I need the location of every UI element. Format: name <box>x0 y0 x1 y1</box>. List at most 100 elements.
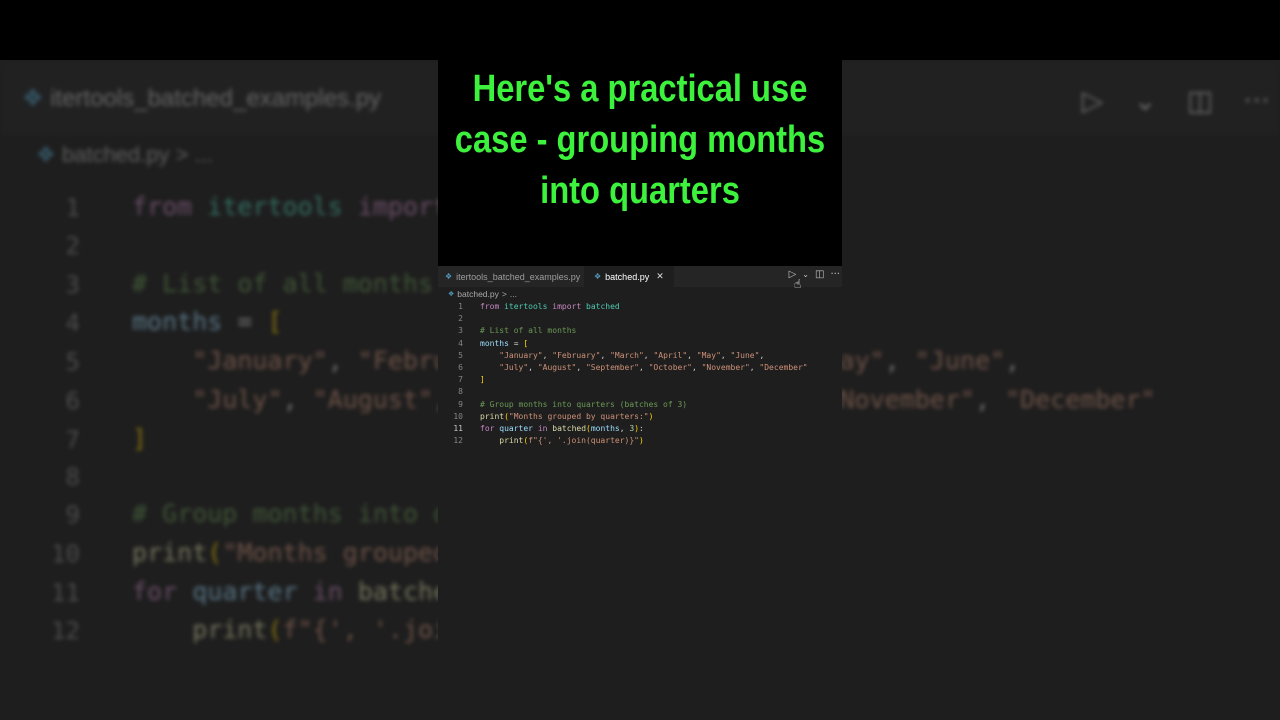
code-text[interactable]: print(f"{', '.join(quarter)}") <box>480 435 644 447</box>
code-token: , <box>542 350 553 360</box>
code-token: , <box>749 362 760 372</box>
code-text[interactable]: "July", "August", "September", "October"… <box>480 362 808 374</box>
code-token: "January" <box>499 350 543 360</box>
code-line[interactable]: 7] <box>438 374 842 386</box>
bg-code-token: , <box>974 385 1006 414</box>
bg-code-token <box>177 577 192 606</box>
code-text[interactable]: # Group months into quarters (batches of… <box>480 399 687 411</box>
code-token: : <box>639 423 644 433</box>
code-text[interactable]: for quarter in batched(months, 3): <box>480 423 644 435</box>
code-line[interactable]: 8 <box>438 386 842 398</box>
code-token: "May" <box>696 350 721 360</box>
code-token: "June" <box>730 350 760 360</box>
bg-tab-name: itertools_batched_examples.py <box>50 85 382 112</box>
bg-line-number: 1 <box>65 194 80 222</box>
chevron-down-icon[interactable]: ⌄ <box>802 270 809 279</box>
code-token: "December" <box>759 362 808 372</box>
code-token: ) <box>638 436 644 446</box>
code-token: batched <box>552 423 587 433</box>
code-text[interactable]: ] <box>480 374 485 386</box>
code-line[interactable]: 1 from itertools import batched <box>438 301 842 313</box>
bg-code-token <box>343 192 358 221</box>
code-line[interactable]: 5 "January", "February", "March", "April… <box>438 350 842 362</box>
bg-line-number: 8 <box>65 463 80 491</box>
bg-line-number: 3 <box>65 271 80 299</box>
code-line[interactable]: 3 # List of all months <box>438 325 842 337</box>
code-line[interactable]: 12 print(f"{', '.join(quarter)}") <box>438 435 842 447</box>
python-file-icon: ❖ <box>448 291 455 298</box>
breadcrumb-symbols[interactable]: ... <box>510 289 517 299</box>
line-number: 3 <box>458 326 463 336</box>
code-token: , <box>600 350 611 360</box>
bg-code-token <box>132 615 192 644</box>
bg-breadcrumb: ❖ batched.py > ... <box>36 142 213 168</box>
bg-code-line: # List of all months <box>132 269 433 298</box>
bg-breadcrumb-file: batched.py <box>61 142 170 167</box>
bg-code-token: months <box>132 307 223 336</box>
code-token: "October" <box>648 362 692 372</box>
code-line[interactable]: 2 <box>438 313 842 325</box>
code-line[interactable]: 4 months = [ <box>438 338 842 350</box>
code-token: "July" <box>499 362 529 372</box>
code-token: for <box>480 423 495 433</box>
bg-code-token: "November" <box>824 385 975 414</box>
bg-line-number: 12 <box>51 617 80 645</box>
python-file-icon: ❖ <box>36 142 56 167</box>
bg-code-token: # List of all months <box>132 269 434 298</box>
code-text[interactable]: months = [ <box>480 338 528 350</box>
editor-tab-bar: ❖ itertools_batched_examples.py ❖ batche… <box>438 266 842 287</box>
code-line[interactable]: 9 # Group months into quarters (batches o… <box>438 399 842 411</box>
code-line[interactable]: 10 print("Months grouped by quarters:") <box>438 411 842 423</box>
code-token: itertools <box>504 302 548 311</box>
code-token: "November" <box>701 362 750 372</box>
tab-batched[interactable]: ❖ batched.py ✕ <box>584 266 674 287</box>
bg-line-number: 2 <box>65 232 80 260</box>
more-actions-button[interactable]: ··· <box>830 269 840 280</box>
code-text[interactable]: print("Months grouped by quarters:") <box>480 411 653 423</box>
split-editor-button[interactable]: ◫ <box>815 269 824 280</box>
code-token: batched <box>586 302 620 311</box>
mouse-pointer-icon: ☝ <box>794 277 802 291</box>
code-token: print <box>480 411 505 421</box>
bg-code-token: , <box>1005 346 1021 375</box>
code-token: , <box>643 350 654 360</box>
chevron-down-icon: ⌄ <box>1133 84 1157 117</box>
code-text[interactable]: from itertools import batched <box>480 301 620 313</box>
code-token: = <box>508 338 524 348</box>
close-icon[interactable]: ✕ <box>656 271 664 282</box>
breadcrumb: ❖ batched.py > ... <box>448 289 517 299</box>
code-line[interactable]: 6 "July", "August", "September", "Octobe… <box>438 362 842 374</box>
code-lines[interactable]: 1 from itertools import batched 2 3 # List o… <box>438 301 842 447</box>
code-token: ) <box>648 411 654 421</box>
line-number: 10 <box>453 411 463 421</box>
bg-code-token: import <box>357 192 449 221</box>
code-token: # Group months into quarters (batches of… <box>480 399 688 409</box>
bg-code-token <box>298 577 313 606</box>
code-token: # List of all months <box>480 326 577 336</box>
caption-overlay: Here's a practical use case - grouping m… <box>438 60 842 266</box>
bg-code-token: ( <box>267 615 283 644</box>
code-token: , <box>691 362 702 372</box>
tab-itertools-batched-examples[interactable]: ❖ itertools_batched_examples.py <box>438 266 591 287</box>
bg-line-number: 4 <box>65 309 80 337</box>
bg-tab-label: ❖ itertools_batched_examples.py <box>22 84 381 113</box>
code-line[interactable]: 11 for quarter in batched(months, 3): <box>438 423 842 435</box>
bg-code-token: ] <box>132 424 148 453</box>
breadcrumb-file[interactable]: batched.py <box>457 289 499 299</box>
code-text[interactable]: "January", "February", "March", "April",… <box>480 350 764 362</box>
code-token: months <box>590 423 620 433</box>
bg-code-token: , <box>327 346 358 375</box>
more-icon: ··· <box>1243 84 1270 117</box>
bg-code-token: = <box>222 307 268 336</box>
bg-code-token: [ <box>267 307 283 336</box>
bg-line-number: 11 <box>51 579 80 607</box>
code-text[interactable]: # List of all months <box>480 325 576 337</box>
bg-code-token <box>192 192 207 221</box>
line-number: 11 <box>453 423 463 433</box>
code-token: quarter <box>499 423 533 433</box>
line-number: 7 <box>458 375 463 385</box>
bg-code-token: print <box>132 538 208 567</box>
bg-code-token: quarter <box>192 577 298 606</box>
bg-line-number: 5 <box>65 348 80 376</box>
